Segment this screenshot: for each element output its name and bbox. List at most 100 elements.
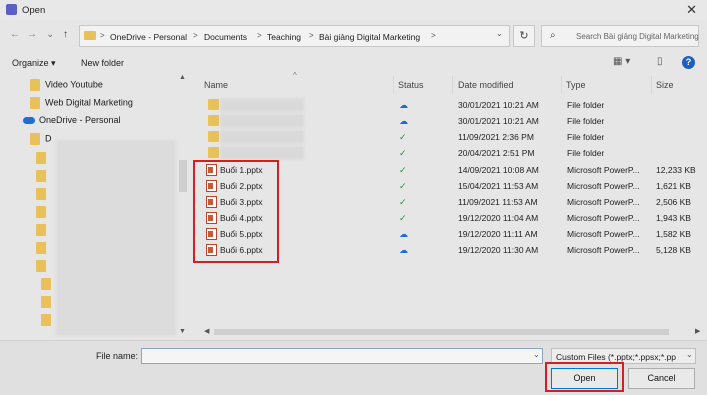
type-cell: File folder: [567, 100, 605, 110]
refresh-icon: ↻: [519, 30, 529, 42]
table-row[interactable]: ✓ 11/09/2021 2:36 PM File folder: [190, 130, 707, 145]
close-icon[interactable]: ✕: [686, 2, 697, 18]
folder-icon: [36, 224, 46, 236]
scrollbar-thumb[interactable]: [179, 160, 187, 192]
back-arrow-icon[interactable]: ←: [10, 29, 20, 40]
folder-icon: [208, 115, 219, 126]
folder-icon: [30, 79, 40, 91]
date-cell: 14/09/2021 10:08 AM: [458, 165, 539, 175]
search-icon: ⌕: [550, 30, 556, 41]
synced-check-icon: ✓: [399, 197, 407, 207]
breadcrumb-documents[interactable]: Documents: [204, 32, 247, 42]
synced-check-icon: ✓: [399, 148, 407, 158]
column-header-name[interactable]: Name: [204, 80, 228, 90]
help-icon[interactable]: ?: [682, 56, 695, 69]
sidebar-item-d[interactable]: D: [30, 133, 52, 145]
scroll-left-icon[interactable]: ◀: [204, 327, 209, 335]
breadcrumb-teaching[interactable]: Teaching: [267, 32, 301, 42]
type-cell: File folder: [567, 148, 605, 158]
horizontal-scrollbar[interactable]: ◀ ▶: [190, 327, 707, 337]
date-cell: 30/01/2021 10:21 AM: [458, 100, 539, 110]
synced-check-icon: ✓: [399, 213, 407, 223]
size-cell: 1,621 KB: [656, 181, 691, 191]
table-row[interactable]: ☁ 30/01/2021 10:21 AM File folder: [190, 114, 707, 129]
size-cell: 2,506 KB: [656, 197, 691, 207]
new-folder-button[interactable]: New folder: [81, 58, 124, 68]
cancel-button[interactable]: Cancel: [628, 368, 695, 389]
onedrive-cloud-icon: [23, 117, 35, 125]
breadcrumb-onedrive[interactable]: OneDrive - Personal: [110, 32, 187, 42]
cloud-status-icon: ☁: [399, 245, 408, 255]
table-row[interactable]: ✓ 20/04/2021 2:51 PM File folder: [190, 146, 707, 161]
sidebar-item-video-youtube[interactable]: Video Youtube: [30, 79, 103, 91]
type-cell: File folder: [567, 132, 605, 142]
breadcrumb-current-folder[interactable]: Bài giảng Digital Marketing: [319, 32, 420, 42]
column-divider[interactable]: [561, 76, 562, 94]
address-dropdown-chevron-icon[interactable]: ⌄: [496, 29, 503, 38]
refresh-button[interactable]: ↻: [513, 25, 535, 47]
folder-icon: [208, 147, 219, 158]
folder-icon: [208, 99, 219, 110]
table-row[interactable]: ☁ 30/01/2021 10:21 AM File folder: [190, 98, 707, 113]
synced-check-icon: ✓: [399, 165, 407, 175]
view-options-icon[interactable]: ▦ ▾: [613, 56, 630, 67]
type-cell: Microsoft PowerP...: [567, 165, 640, 175]
recent-locations-chevron-icon[interactable]: ⌄: [46, 29, 54, 40]
column-divider[interactable]: [452, 76, 453, 94]
folder-icon: [41, 314, 51, 326]
date-cell: 19/12/2020 11:11 AM: [458, 229, 538, 239]
scroll-down-icon[interactable]: ▼: [179, 328, 186, 335]
preview-pane-icon[interactable]: ▯: [657, 56, 663, 67]
scrollbar-thumb[interactable]: [214, 329, 669, 335]
sidebar-item-web-digital-marketing[interactable]: Web Digital Marketing: [30, 97, 133, 109]
scroll-up-icon[interactable]: ▲: [179, 74, 186, 81]
column-header-size[interactable]: Size: [656, 80, 674, 90]
type-cell: Microsoft PowerP...: [567, 213, 640, 223]
folder-icon: [36, 206, 46, 218]
folder-icon: [208, 131, 219, 142]
scroll-right-icon[interactable]: ▶: [695, 327, 700, 335]
size-cell: 12,233 KB: [656, 165, 696, 175]
column-divider[interactable]: [651, 76, 652, 94]
redacted-name: [220, 114, 304, 128]
folder-icon: [36, 170, 46, 182]
folder-icon: [36, 260, 46, 272]
navigation-pane: Video Youtube Web Digital Marketing OneD…: [0, 74, 190, 340]
column-header-type[interactable]: Type: [566, 80, 586, 90]
cloud-status-icon: ☁: [399, 100, 408, 110]
teams-app-icon: [6, 4, 17, 15]
folder-icon: [36, 152, 46, 164]
organize-menu-button[interactable]: Organize ▾: [12, 58, 56, 69]
date-cell: 11/09/2021 2:36 PM: [458, 132, 534, 142]
redacted-name: [220, 98, 304, 112]
search-input[interactable]: ⌕ Search Bài giảng Digital Marketing: [541, 25, 699, 47]
date-cell: 15/04/2021 11:53 AM: [458, 181, 539, 191]
sidebar-item-onedrive[interactable]: OneDrive - Personal: [23, 115, 121, 125]
window-title: Open: [22, 5, 46, 16]
address-bar[interactable]: > OneDrive - Personal > Documents > Teac…: [79, 25, 510, 47]
column-header-status[interactable]: Status: [398, 80, 424, 90]
file-type-chevron-down-icon[interactable]: ⌄: [686, 350, 693, 359]
column-header-date-modified[interactable]: Date modified: [458, 80, 514, 90]
file-name-input[interactable]: [141, 348, 543, 364]
column-divider[interactable]: [393, 76, 394, 94]
title-bar: Open ✕: [0, 0, 707, 20]
redacted-name: [220, 146, 304, 160]
sort-ascending-icon: ^: [293, 71, 297, 80]
size-cell: 1,943 KB: [656, 213, 691, 223]
up-arrow-icon[interactable]: ↑: [63, 29, 68, 40]
file-name-chevron-down-icon[interactable]: ⌄: [533, 350, 540, 359]
chevron-right-icon: >: [309, 31, 314, 40]
cloud-status-icon: ☁: [399, 116, 408, 126]
cloud-status-icon: ☁: [399, 229, 408, 239]
highlight-box-pptx-files: [193, 160, 279, 263]
forward-arrow-icon[interactable]: →: [27, 29, 37, 40]
date-cell: 11/09/2021 11:53 AM: [458, 197, 538, 207]
size-cell: 5,128 KB: [656, 245, 691, 255]
redacted-folder-names: [56, 140, 176, 336]
date-cell: 19/12/2020 11:30 AM: [458, 245, 539, 255]
search-placeholder: Search Bài giảng Digital Marketing: [576, 32, 699, 41]
file-name-label: File name:: [96, 351, 139, 361]
type-cell: Microsoft PowerP...: [567, 229, 640, 239]
navigation-scrollbar[interactable]: ▲ ▼: [178, 74, 188, 340]
